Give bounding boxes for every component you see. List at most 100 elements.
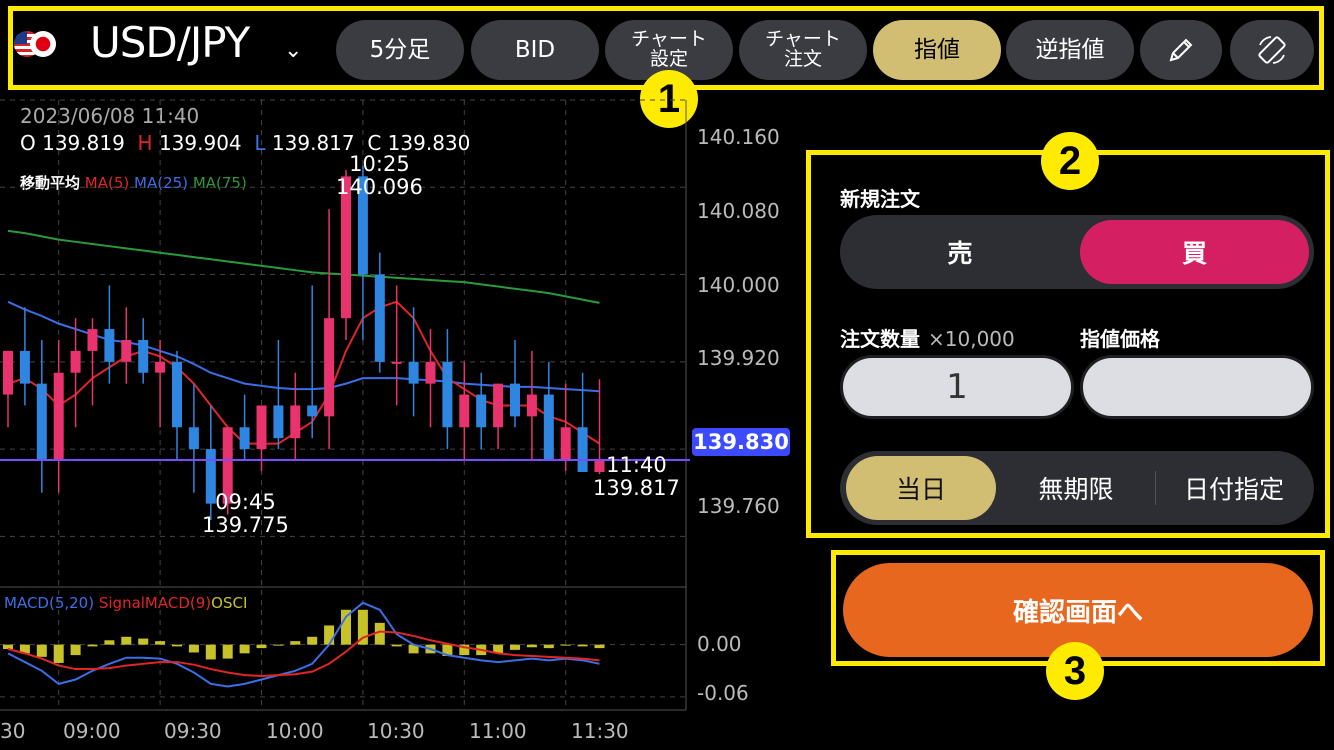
limit-order-button[interactable]: 指値 (873, 20, 1001, 80)
x-tick-label: 09:30 (164, 719, 222, 743)
candle-body (256, 405, 267, 450)
quantity-label: 注文数量 ×10,000 (840, 323, 1015, 352)
rotate-icon (1258, 36, 1286, 64)
osci-bar (543, 644, 554, 649)
expiry-date-button[interactable]: 日付指定 (1158, 456, 1310, 520)
candle-body (273, 405, 284, 439)
osci-bar (374, 622, 385, 645)
last-annotation-time: 11:40 (606, 453, 667, 477)
candle-body (3, 350, 13, 395)
candle-body (442, 361, 453, 428)
step-badge-3: 3 (1046, 642, 1104, 700)
last-annotation-price: 139.817 (593, 476, 680, 501)
step-badge-2: 2 (1041, 132, 1099, 190)
ma25-legend: MA(25) (134, 174, 189, 192)
ma-legend: 移動平均 MA(5) MA(25) MA(75) (20, 172, 247, 193)
macd-y-tick-label: 0.00 (697, 632, 742, 656)
ma5-legend: MA(5) (84, 174, 130, 192)
y-tick-label: 140.000 (697, 273, 780, 297)
candle-body (19, 350, 30, 384)
expiry-gtc-button[interactable]: 無期限 (1000, 456, 1152, 520)
osci-bar (188, 644, 199, 653)
osci-bar (138, 638, 149, 645)
quantity-unit: ×10,000 (928, 327, 1015, 351)
candle-body (459, 394, 470, 428)
osci-bar (273, 644, 284, 646)
ma75-legend: MA(75) (192, 174, 247, 192)
osci-bar (19, 644, 30, 654)
chart-order-button[interactable]: チャート 注文 (739, 20, 867, 80)
buy-button[interactable]: 買 (1080, 220, 1309, 284)
quantity-input[interactable]: 1 (840, 355, 1074, 419)
stop-order-button[interactable]: 逆指値 (1006, 20, 1134, 80)
osci-bar (594, 644, 605, 649)
osci-bar (493, 644, 504, 654)
x-tick-label: 10:00 (266, 719, 324, 743)
last-annotation: 11:40 139.817 (593, 453, 680, 501)
rotate-button[interactable] (1230, 20, 1314, 80)
candle-body (307, 405, 318, 417)
osci-bar (324, 625, 335, 645)
candle-body (577, 427, 588, 472)
osci-bar (290, 641, 301, 645)
candle-body (188, 427, 199, 450)
osci-bar (341, 609, 351, 645)
x-tick-label: 09:00 (63, 719, 121, 743)
expiry-toggle: 当日 無期限 日付指定 (840, 451, 1314, 525)
x-tick-label: 11:30 (571, 719, 629, 743)
candle-body (53, 372, 64, 460)
osci-bar (239, 644, 250, 654)
expiry-today-button[interactable]: 当日 (846, 456, 996, 520)
ohlc-l-label: L (254, 131, 266, 155)
limit-price-input[interactable] (1080, 355, 1314, 419)
osci-bar (121, 636, 132, 645)
osci-bar (577, 644, 588, 647)
candle-body (87, 329, 98, 351)
bid-button[interactable]: BID (471, 20, 599, 80)
chart-order-label-2: 注文 (783, 48, 822, 70)
candle-body (172, 361, 182, 428)
currency-flags (14, 31, 56, 57)
current-price-tag: 139.830 (692, 428, 790, 456)
candle-body (239, 427, 250, 450)
macd-legend-osci: OSCI (211, 594, 248, 612)
currency-pair-selector[interactable]: USD/JPY (90, 18, 250, 67)
osci-bar (104, 640, 115, 645)
timeframe-button[interactable]: 5分足 (336, 20, 464, 80)
osci-bar (510, 644, 520, 650)
low-annotation-time: 09:45 (215, 490, 276, 514)
high-annotation-price: 140.096 (336, 175, 423, 200)
ma-legend-title: 移動平均 (20, 174, 81, 192)
ohlc-h-label: H (137, 131, 153, 155)
osci-bar (526, 644, 537, 648)
x-tick-label: 30 (0, 719, 26, 743)
new-order-title: 新規注文 (840, 187, 920, 211)
osci-bar (357, 609, 368, 645)
candle-body (391, 361, 402, 364)
candle-body (290, 405, 301, 439)
osci-bar (442, 644, 453, 656)
candle-body (36, 383, 47, 460)
y-tick-label: 140.080 (697, 199, 780, 223)
sell-button[interactable]: 売 (845, 220, 1075, 284)
osci-bar (307, 636, 318, 645)
chart-order-label-1: チャート (765, 28, 841, 51)
chevron-down-icon[interactable]: ⌄ (284, 38, 302, 63)
osci-bar (476, 644, 487, 656)
limit-price-label: 指値価格 (1080, 327, 1160, 351)
macd-line (7, 601, 600, 688)
signal-line (7, 630, 600, 678)
pencil-icon (1169, 38, 1193, 62)
osci-bar (36, 644, 47, 657)
osci-bar (425, 644, 436, 654)
osci-bar (87, 644, 98, 647)
low-annotation-price: 139.775 (202, 513, 289, 538)
draw-button[interactable] (1140, 20, 1222, 80)
high-annotation: 10:25 140.096 (336, 152, 423, 200)
macd-legend-macd: MACD(5,20) (4, 594, 95, 612)
candle-body (543, 394, 554, 460)
ohlc-h-value: 139.904 (158, 131, 242, 155)
high-annotation-time: 10:25 (349, 152, 410, 176)
macd-legend: MACD(5,20) SignalMACD(9)OSCI (4, 594, 247, 612)
macd-y-tick-label: -0.06 (697, 681, 749, 705)
